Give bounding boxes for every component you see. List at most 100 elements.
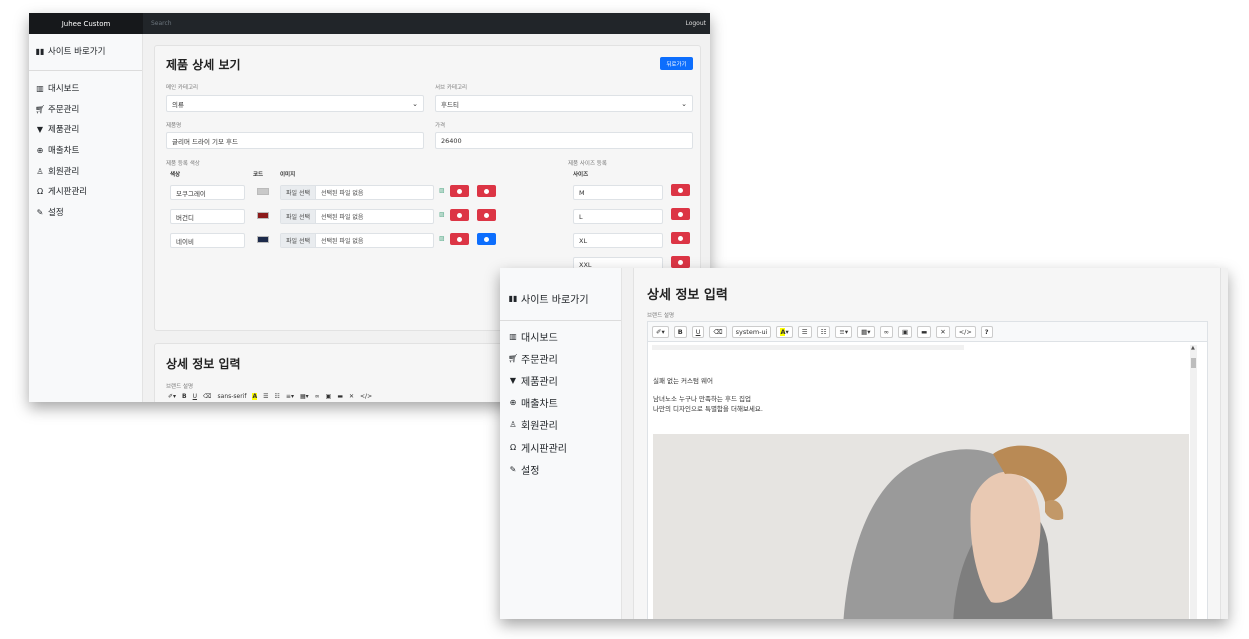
site-link[interactable]: ▮▮ 사이트 바로가기 — [35, 45, 106, 58]
product-name-input[interactable]: 글리머 드라이 기모 후드 — [166, 132, 424, 149]
sidebar-item-orders[interactable]: 🛒︎ 주문관리 — [35, 103, 79, 116]
sidebar-item-members[interactable]: ♙ 회원관리 — [35, 165, 80, 178]
video-icon[interactable]: ▬ — [917, 325, 932, 338]
image-icon[interactable]: ▣ — [326, 393, 332, 400]
sidebar-item-products[interactable]: ▼ 제품관리 — [35, 123, 79, 136]
underline-button[interactable]: U — [193, 393, 197, 400]
map-icon: ▮▮ — [35, 46, 45, 56]
magic-icon[interactable]: ✐▾ — [652, 325, 669, 338]
file-select-button[interactable]: 파일 선택 — [281, 234, 316, 247]
file-select-button[interactable]: 파일 선택 — [281, 210, 316, 223]
sidebar-item-sales-chart[interactable]: ⊕ 매출차트 — [508, 395, 558, 410]
editor-line: 남녀노소 누구나 만족하는 후드 집업 — [653, 395, 751, 403]
cart-icon: 🛒︎ — [35, 104, 46, 114]
product-name-label: 제품명 — [166, 123, 182, 129]
bold-button[interactable]: B — [182, 393, 187, 400]
back-button[interactable]: 뒤로가기 — [660, 57, 693, 70]
detail-card: 상세 정보 입력 브랜드 설명 ✐▾ B U ⌫ system-ui A▾ ☰ … — [633, 268, 1221, 619]
eraser-icon[interactable]: ⌫ — [203, 393, 211, 400]
size-input[interactable]: XL — [573, 233, 663, 248]
sidebar-item-orders[interactable]: 🛒︎ 주문관리 — [508, 351, 558, 366]
remove-image-button[interactable] — [450, 209, 469, 221]
fullscreen-icon[interactable]: ✕ — [349, 393, 354, 400]
site-link[interactable]: ▮▮ 사이트 바로가기 — [508, 291, 589, 306]
main-category-select[interactable]: 의류 ⌄ — [166, 95, 424, 112]
file-status: 선택된 파일 없음 — [321, 214, 364, 221]
video-icon[interactable]: ▬ — [337, 393, 343, 400]
add-color-button[interactable] — [477, 233, 496, 245]
sidebar-item-label: 제품관리 — [521, 377, 558, 388]
logout-link[interactable]: Logout — [685, 13, 706, 34]
site-link-label: 사이트 바로가기 — [521, 295, 589, 306]
code-icon[interactable]: </> — [360, 393, 372, 400]
color-icon[interactable]: A — [252, 393, 258, 400]
cart-icon: 🛒︎ — [508, 354, 519, 363]
col-size: 사이즈 — [573, 172, 589, 178]
table-icon[interactable]: ▦▾ — [300, 393, 309, 400]
sidebar-item-settings[interactable]: ✎ 설정 — [508, 462, 540, 477]
eraser-icon[interactable]: ⌫ — [709, 325, 727, 338]
remove-size-button[interactable] — [671, 256, 690, 268]
font-select[interactable]: system-ui — [731, 325, 772, 338]
table-icon: ▥ — [509, 332, 517, 341]
remove-size-button[interactable] — [671, 184, 690, 196]
sidebar-item-settings[interactable]: ✎ 설정 — [35, 206, 64, 219]
editor-scrollbar[interactable]: ▲ — [1190, 345, 1197, 619]
sidebar-item-dashboard[interactable]: ▥ 대시보드 — [508, 329, 558, 344]
remove-color-button[interactable] — [477, 209, 496, 221]
color-icon[interactable]: A▾ — [776, 325, 793, 338]
file-input[interactable]: 파일 선택 선택된 파일 없음 — [280, 185, 434, 200]
remove-color-button[interactable] — [477, 185, 496, 197]
sidebar-item-label: 게시판관리 — [48, 187, 88, 197]
sidebar-item-sales-chart[interactable]: ⊕ 매출차트 — [35, 144, 80, 157]
size-input[interactable]: L — [573, 209, 663, 224]
sidebar-item-label: 회원관리 — [521, 421, 558, 432]
brand-logo[interactable]: Juhee Custom — [29, 13, 143, 34]
list-icon[interactable]: ☰ — [263, 393, 268, 400]
code-icon[interactable]: </> — [954, 325, 976, 338]
align-icon[interactable]: ≡▾ — [286, 393, 294, 400]
size-input[interactable]: M — [573, 185, 663, 200]
main-content: 상세 정보 입력 브랜드 설명 ✐▾ B U ⌫ system-ui A▾ ☰ … — [622, 268, 1228, 619]
list-icon[interactable]: ☰ — [797, 325, 812, 338]
sidebar-item-label: 회원관리 — [48, 167, 80, 177]
remove-image-button[interactable] — [450, 233, 469, 245]
magic-icon[interactable]: ✐▾ — [168, 393, 176, 400]
underline-button[interactable]: U — [691, 325, 705, 338]
shirt-icon: ▼ — [509, 376, 517, 385]
color-name-input[interactable]: 네이비 — [170, 233, 245, 248]
sidebar-item-dashboard[interactable]: ▥ 대시보드 — [35, 82, 79, 95]
remove-size-button[interactable] — [671, 232, 690, 244]
font-select[interactable]: sans-serif — [218, 393, 247, 400]
file-select-button[interactable]: 파일 선택 — [281, 186, 316, 199]
fullscreen-icon[interactable]: ✕ — [936, 325, 950, 338]
image-icon[interactable]: ▣ — [897, 325, 913, 338]
color-name-input[interactable]: 모쿠그레이 — [170, 185, 245, 200]
brand-desc-label: 브랜드 설명 — [647, 313, 675, 319]
ordered-list-icon[interactable]: ☷ — [275, 393, 280, 400]
table-icon[interactable]: ▦▾ — [857, 325, 875, 338]
remove-size-button[interactable] — [671, 208, 690, 220]
sub-category-select[interactable]: 후드티 ⌄ — [435, 95, 693, 112]
scroll-up-icon[interactable]: ▲ — [1191, 345, 1195, 351]
sidebar-item-members[interactable]: ♙ 회원관리 — [508, 417, 558, 432]
search-input[interactable]: Search — [145, 13, 665, 34]
link-icon[interactable]: ∞ — [315, 393, 320, 400]
bold-button[interactable]: B — [673, 325, 687, 338]
file-input[interactable]: 파일 선택 선택된 파일 없음 — [280, 209, 434, 224]
file-input[interactable]: 파일 선택 선택된 파일 없음 — [280, 233, 434, 248]
size-value: XL — [579, 236, 588, 245]
price-input[interactable]: 26400 — [435, 132, 693, 149]
link-icon[interactable]: ∞ — [879, 325, 893, 338]
scroll-thumb[interactable] — [1191, 358, 1196, 368]
ordered-list-icon[interactable]: ☷ — [816, 325, 831, 338]
sidebar-item-products[interactable]: ▼ 제품관리 — [508, 373, 558, 388]
help-icon[interactable]: ? — [980, 325, 993, 338]
align-icon[interactable]: ≡▾ — [835, 325, 853, 338]
person-icon: ♙ — [509, 420, 517, 429]
color-name-input[interactable]: 버건디 — [170, 209, 245, 224]
rich-text-editor[interactable]: ✐▾ B U ⌫ system-ui A▾ ☰ ☷ ≡▾ ▦▾ ∞ ▣ ▬ ✕ … — [647, 321, 1208, 619]
sidebar-item-board[interactable]: Ω 게시판관리 — [508, 440, 567, 455]
remove-image-button[interactable] — [450, 185, 469, 197]
sidebar-item-board[interactable]: Ω 게시판관리 — [35, 185, 88, 198]
